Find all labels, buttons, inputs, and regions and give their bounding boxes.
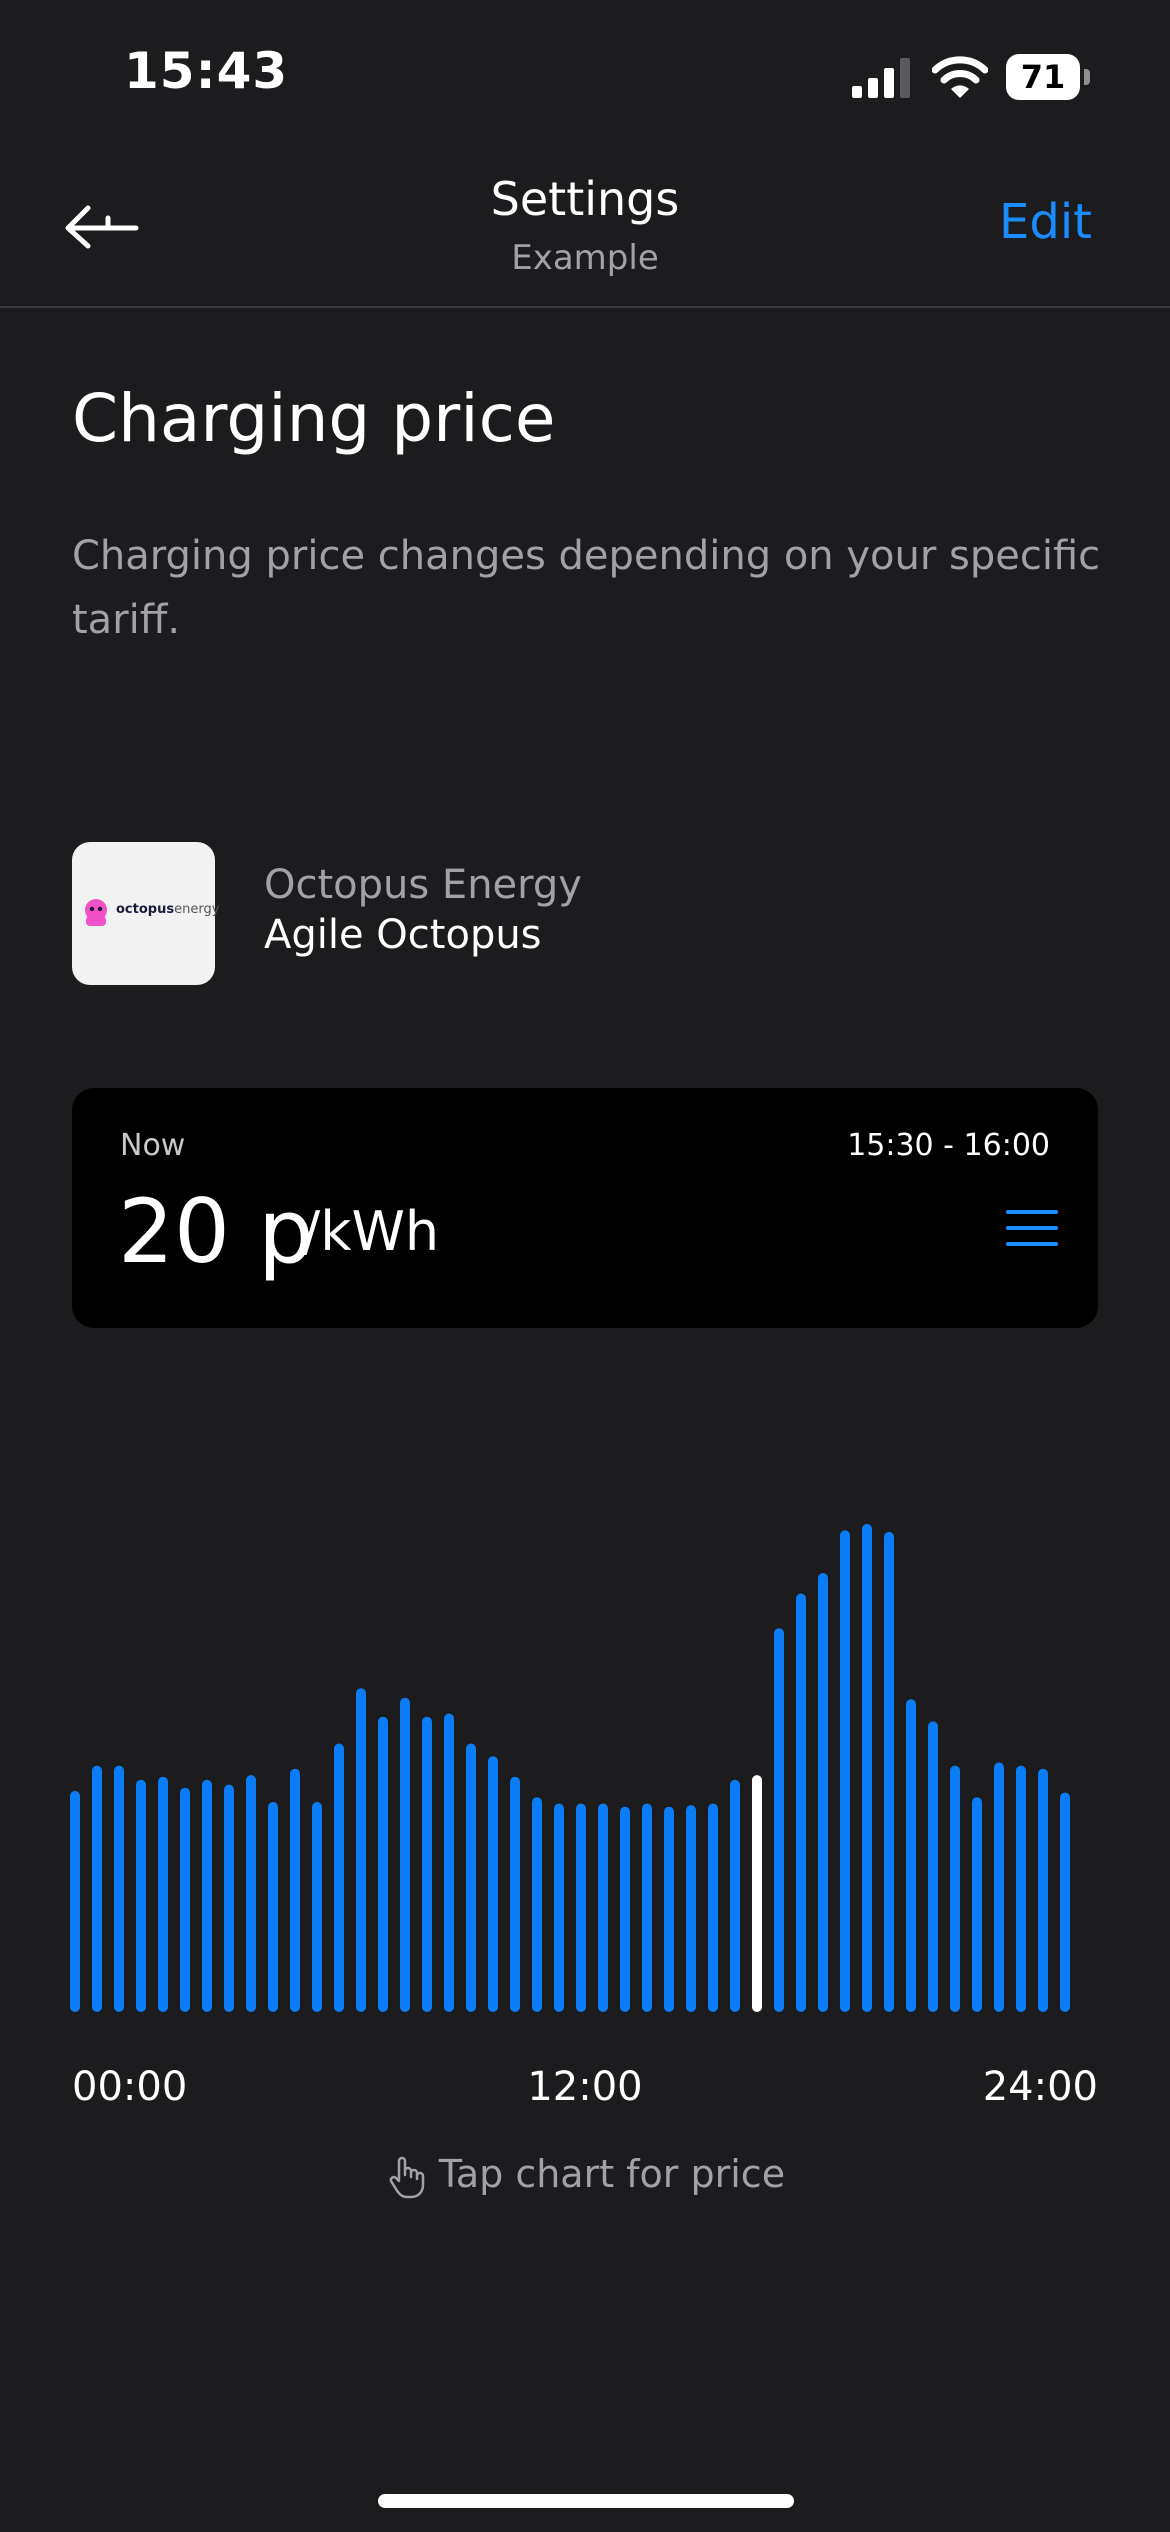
price-bar[interactable] — [576, 1803, 586, 2013]
price-bar[interactable] — [202, 1779, 212, 2012]
now-label: Now — [120, 1128, 186, 1163]
price-bar[interactable] — [950, 1765, 960, 2012]
price-bar[interactable] — [378, 1716, 388, 2012]
price-bar[interactable] — [554, 1803, 564, 2013]
price-bar[interactable] — [532, 1797, 542, 2012]
home-indicator — [378, 2494, 794, 2508]
octopus-logo-icon — [85, 899, 107, 926]
price-bar[interactable] — [246, 1775, 256, 2012]
status-bar: 15:43 71 — [0, 0, 1170, 150]
tap-hint: Tap chart for price — [0, 2152, 1170, 2199]
provider-logo: octopusenergy — [72, 842, 219, 985]
price-bar-current[interactable] — [752, 1775, 762, 2012]
price-bar[interactable] — [158, 1776, 168, 2012]
logo-wordmark: octopusenergy — [116, 902, 219, 917]
price-bar[interactable] — [818, 1573, 828, 2012]
page-title: Charging price — [72, 380, 556, 457]
price-bar[interactable] — [862, 1524, 872, 2012]
price-bar[interactable] — [774, 1628, 784, 2012]
page-description: Charging price changes depending on your… — [72, 533, 1101, 643]
price-bar[interactable] — [290, 1768, 300, 2012]
x-tick-label: 24:00 — [982, 2064, 1098, 2110]
price-bar[interactable] — [620, 1806, 630, 2012]
price-bar[interactable] — [224, 1784, 234, 2012]
hand-pointer-icon — [389, 2156, 425, 2198]
price-bar[interactable] — [708, 1803, 718, 2013]
wifi-icon — [932, 56, 988, 98]
price-unit: /kWh — [302, 1200, 440, 1263]
price-bar[interactable] — [312, 1802, 322, 2012]
price-value: 20 p — [118, 1180, 314, 1283]
price-chart[interactable] — [70, 1520, 1070, 2012]
price-bar[interactable] — [730, 1779, 740, 2012]
provider-name: Octopus Energy — [264, 862, 582, 908]
signal-icon — [852, 58, 910, 98]
price-bar[interactable] — [356, 1688, 366, 2012]
time-range: 15:30 - 16:00 — [847, 1128, 1050, 1163]
list-icon[interactable] — [1006, 1208, 1058, 1248]
battery-icon: 71 — [1006, 54, 1090, 100]
price-bar[interactable] — [268, 1802, 278, 2012]
price-bar[interactable] — [1060, 1792, 1070, 2013]
price-bar[interactable] — [598, 1803, 608, 2013]
logo-text-bold: octopus — [116, 902, 175, 917]
price-bar[interactable] — [334, 1743, 344, 2013]
price-bar[interactable] — [906, 1699, 916, 2012]
battery-percent: 71 — [1006, 54, 1080, 100]
tariff-name: Agile Octopus — [264, 912, 542, 958]
price-bar[interactable] — [664, 1806, 674, 2012]
price-bar[interactable] — [642, 1803, 652, 2013]
price-bar[interactable] — [686, 1805, 696, 2012]
price-bar[interactable] — [180, 1787, 190, 2012]
price-bar[interactable] — [972, 1797, 982, 2012]
price-bar[interactable] — [994, 1762, 1004, 2013]
price-bar[interactable] — [840, 1530, 850, 2012]
price-bar[interactable] — [136, 1779, 146, 2012]
nav-subtitle: Example — [511, 238, 659, 278]
price-bar[interactable] — [114, 1765, 124, 2012]
price-bar[interactable] — [92, 1765, 102, 2012]
price-bar[interactable] — [928, 1721, 938, 2012]
price-bar[interactable] — [884, 1531, 894, 2012]
price-bar[interactable] — [466, 1743, 476, 2013]
price-bar[interactable] — [796, 1593, 806, 2013]
price-bar[interactable] — [1016, 1765, 1026, 2012]
price-bar[interactable] — [400, 1697, 410, 2012]
nav-title: Settings — [490, 172, 680, 226]
tap-hint-text: Tap chart for price — [438, 2152, 786, 2196]
price-bar[interactable] — [444, 1713, 454, 2013]
edit-button[interactable]: Edit — [999, 194, 1092, 250]
price-bar[interactable] — [1038, 1768, 1048, 2012]
status-time: 15:43 — [124, 42, 289, 100]
battery-cap — [1084, 69, 1090, 85]
price-bar[interactable] — [510, 1776, 520, 2012]
price-bar[interactable] — [422, 1716, 432, 2012]
nav-bar: Settings Example Edit — [0, 150, 1170, 308]
price-bar[interactable] — [70, 1790, 80, 2012]
price-bar[interactable] — [488, 1756, 498, 2012]
current-price-card: Now 15:30 - 16:00 20 p /kWh — [72, 1088, 1098, 1328]
logo-text-light: energy — [174, 902, 220, 917]
